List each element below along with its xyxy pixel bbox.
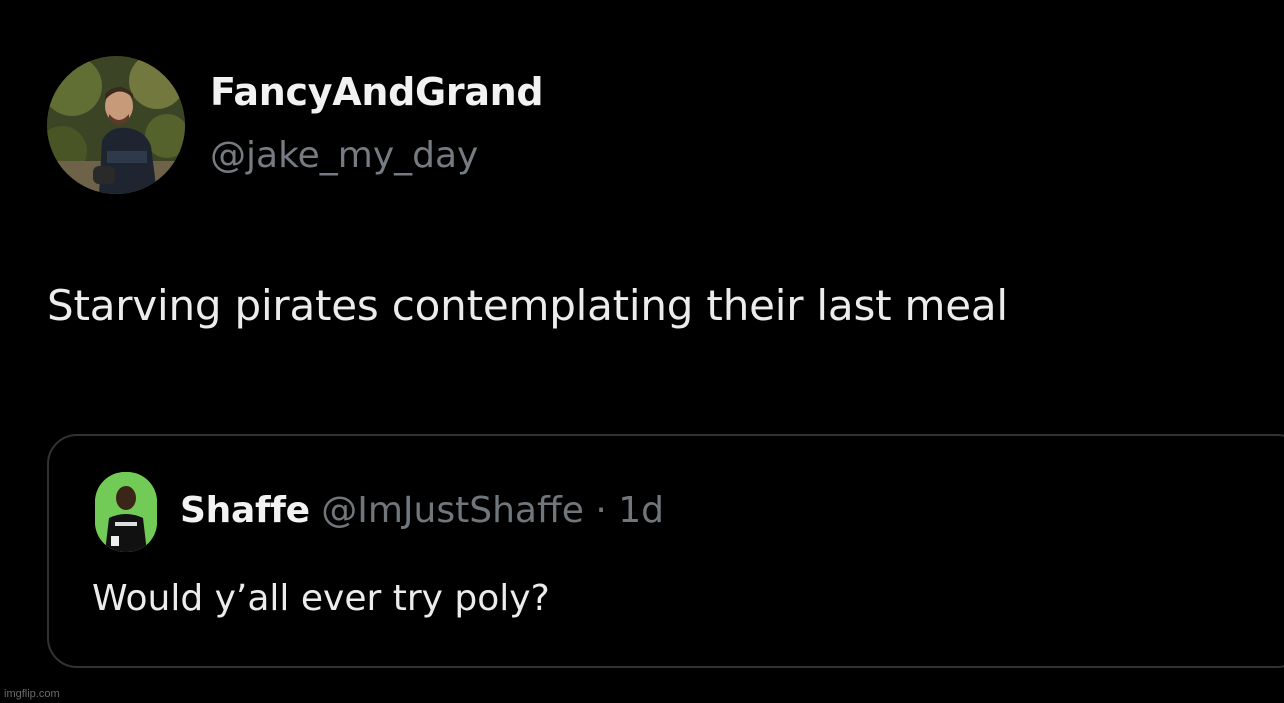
quoted-tweet-text: Would y’all ever try poly? [92,578,550,619]
quoted-author-display-name[interactable]: Shaffe [180,490,310,531]
quoted-tweet-header: Shaffe @ImJustShaffe · 1d [180,490,664,531]
author-display-name[interactable]: FancyAndGrand [210,70,544,114]
tweet-text: Starving pirates contemplating their las… [47,281,1008,330]
watermark: imgflip.com [4,688,60,700]
author-handle[interactable]: @jake_my_day [210,135,478,176]
quoted-tweet-card[interactable] [47,434,1284,668]
avatar-photo-icon [95,472,157,552]
quoted-tweet-time[interactable]: 1d [618,490,664,531]
quoted-author-avatar[interactable] [95,472,157,552]
avatar-photo-icon [47,56,185,194]
quoted-author-handle[interactable]: @ImJustShaffe [321,490,584,531]
author-avatar[interactable] [47,56,185,194]
separator-dot: · [595,490,607,531]
tweet: FancyAndGrand @jake_my_day Starving pira… [0,0,1284,703]
